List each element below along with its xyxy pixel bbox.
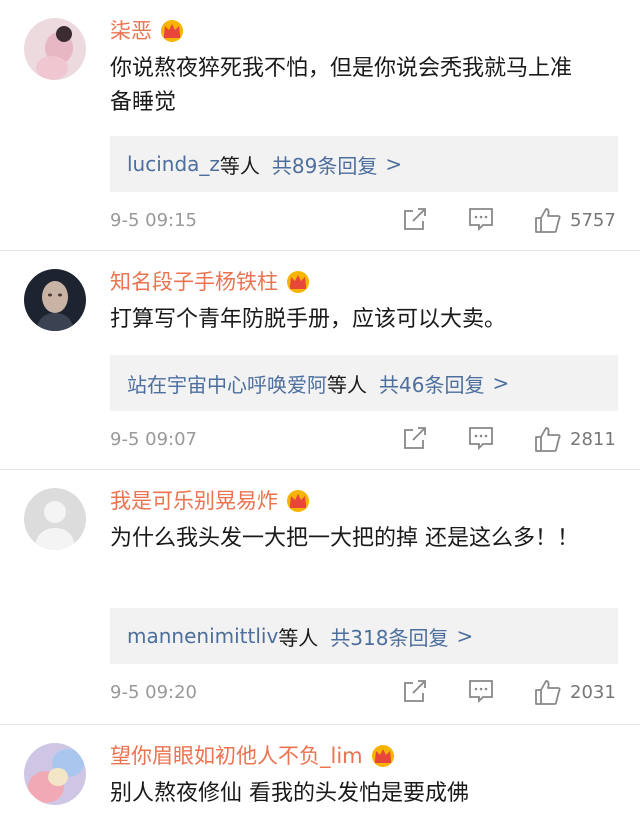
username[interactable]: 我是可乐别晃易炸 bbox=[110, 488, 278, 514]
reply-summary[interactable]: mannenimittliv 等人 共318条回复 > bbox=[110, 608, 618, 664]
reply-users[interactable]: mannenimittliv bbox=[127, 624, 278, 648]
comment-text: 别人熬夜修仙 看我的头发怕是要成佛 bbox=[110, 781, 469, 806]
username[interactable]: 知名段子手杨铁柱 bbox=[110, 269, 278, 295]
vip-crown-icon bbox=[371, 745, 394, 767]
timestamp: 9-5 09:15 bbox=[110, 210, 197, 231]
comment-text: 为什么我头发一大把一大把的掉 还是这么多！！ bbox=[110, 526, 579, 551]
comment-icon bbox=[469, 427, 493, 451]
comment-item: 柒恶 你说熬夜猝死我不怕，但是你说会秃我就马上准备睡觉 lucinda_z 等人… bbox=[0, 0, 640, 251]
comment-item: 知名段子手杨铁柱 打算写个青年防脱手册，应该可以大卖。 站在宇宙中心呼唤爱阿 等… bbox=[0, 251, 640, 470]
username-row: 我是可乐别晃易炸 bbox=[110, 488, 312, 514]
like-count: 2811 bbox=[570, 428, 616, 450]
share-icon bbox=[404, 427, 426, 449]
chevron-right-icon: > bbox=[385, 152, 403, 176]
like-button[interactable]: 5757 bbox=[534, 206, 616, 234]
chevron-right-icon: > bbox=[492, 371, 510, 395]
timestamp: 9-5 09:20 bbox=[110, 682, 197, 703]
comment-meta: 9-5 09:07 2811 bbox=[110, 425, 618, 455]
share-button[interactable] bbox=[402, 425, 428, 451]
reply-users[interactable]: 站在宇宙中心呼唤爱阿 bbox=[127, 369, 327, 398]
reply-suffix: 等人 bbox=[219, 153, 260, 178]
share-icon bbox=[404, 208, 426, 230]
reply-count-link[interactable]: 共46条回复 bbox=[379, 369, 484, 398]
reply-users[interactable]: lucinda_z bbox=[127, 152, 220, 176]
vip-crown-icon bbox=[161, 20, 183, 42]
username-row: 柒恶 bbox=[110, 18, 186, 44]
reply-count-link[interactable]: 共318条回复 bbox=[330, 622, 448, 651]
share-button[interactable] bbox=[402, 206, 428, 232]
comment-button[interactable] bbox=[468, 678, 494, 704]
like-button[interactable]: 2031 bbox=[534, 678, 616, 706]
username-row: 知名段子手杨铁柱 bbox=[110, 269, 312, 295]
reply-count-link[interactable]: 共89条回复 bbox=[272, 150, 377, 179]
username[interactable]: 望你眉眼如初他人不负_lim bbox=[110, 743, 363, 769]
reply-suffix: 等人 bbox=[327, 372, 367, 397]
like-count: 2031 bbox=[570, 681, 616, 703]
comment-icon bbox=[469, 680, 493, 704]
username-row: 望你眉眼如初他人不负_lim bbox=[110, 743, 397, 769]
comment-feed: 柒恶 你说熬夜猝死我不怕，但是你说会秃我就马上准备睡觉 lucinda_z 等人… bbox=[0, 0, 640, 823]
comment-text: 打算写个青年防脱手册，应该可以大卖。 bbox=[110, 307, 507, 332]
comment-meta: 9-5 09:15 5757 bbox=[110, 206, 618, 236]
avatar[interactable] bbox=[24, 488, 86, 550]
vip-crown-icon bbox=[287, 490, 309, 512]
avatar[interactable] bbox=[24, 743, 86, 805]
avatar[interactable] bbox=[24, 269, 86, 331]
thumbs-up-icon bbox=[535, 208, 561, 233]
comment-item: 我是可乐别晃易炸 为什么我头发一大把一大把的掉 还是这么多！！ mannenim… bbox=[0, 470, 640, 725]
timestamp: 9-5 09:07 bbox=[110, 429, 197, 450]
comment-text: 你说熬夜猝死我不怕，但是你说会秃我就马上准备睡觉 bbox=[110, 56, 573, 115]
comment-button[interactable] bbox=[468, 425, 494, 451]
like-button[interactable]: 2811 bbox=[534, 425, 616, 453]
reply-summary[interactable]: lucinda_z 等人 共89条回复 > bbox=[110, 136, 618, 192]
thumbs-up-icon bbox=[535, 427, 561, 452]
reply-summary[interactable]: 站在宇宙中心呼唤爱阿 等人 共46条回复 > bbox=[110, 355, 618, 411]
comment-item: 望你眉眼如初他人不负_lim 别人熬夜修仙 看我的头发怕是要成佛 bbox=[0, 725, 640, 826]
chevron-right-icon: > bbox=[456, 624, 474, 648]
reply-suffix: 等人 bbox=[278, 625, 319, 650]
comment-button[interactable] bbox=[468, 206, 494, 232]
avatar[interactable] bbox=[24, 18, 86, 80]
share-button[interactable] bbox=[402, 678, 428, 704]
like-count: 5757 bbox=[570, 209, 616, 231]
comment-icon bbox=[469, 208, 493, 232]
username[interactable]: 柒恶 bbox=[110, 18, 152, 44]
thumbs-up-icon bbox=[535, 680, 561, 705]
vip-crown-icon bbox=[287, 271, 309, 293]
comment-meta: 9-5 09:20 2031 bbox=[110, 678, 618, 708]
share-icon bbox=[404, 680, 426, 702]
